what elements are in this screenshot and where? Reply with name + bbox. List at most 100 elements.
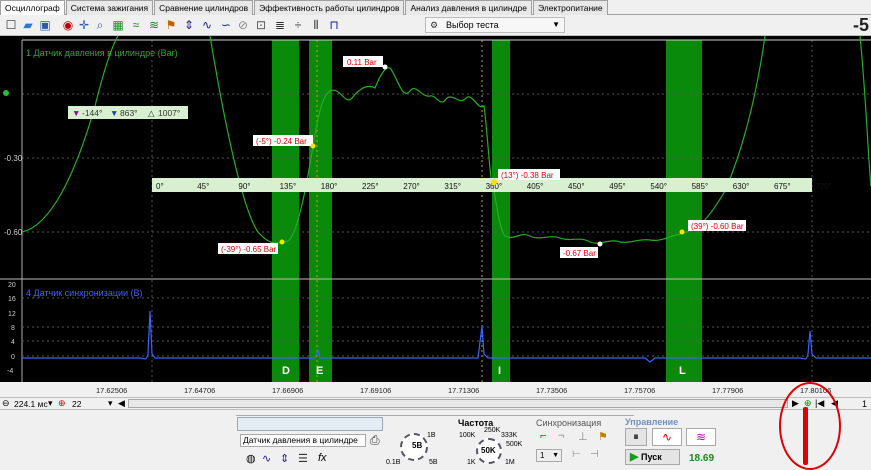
time-tick-label: 17.64706	[184, 386, 215, 395]
marker-delta-value: 1007°	[158, 108, 180, 118]
probe-icon[interactable]: ◍	[246, 452, 256, 465]
auto-icon[interactable]: ⊘	[235, 17, 251, 33]
point-minus39	[279, 239, 285, 245]
start-button[interactable]: ▶ Пуск	[625, 449, 680, 465]
red-annotation-oval	[779, 382, 841, 470]
frequency-knob-value: 50K	[481, 446, 496, 455]
sync-auto-icon[interactable]: ⚑	[598, 430, 608, 443]
tab-power[interactable]: Электропитание	[532, 0, 608, 15]
range-max-label: 1B	[427, 432, 436, 439]
tab-ignition[interactable]: Система зажигания	[65, 0, 154, 15]
angle-tick-label: 585°	[692, 182, 709, 191]
time-tick-label: 17.71306	[448, 386, 479, 395]
freq-label: 333K	[501, 432, 518, 439]
multi-wave-button[interactable]: ≋	[686, 428, 716, 446]
freq-label: 250K	[484, 427, 501, 434]
angle-tick-label: 135°	[280, 182, 297, 191]
test-select[interactable]: ⚙ Выбор теста ▼	[425, 17, 565, 33]
scale-icon[interactable]: ⇕	[181, 17, 197, 33]
sync-level-icon[interactable]: ⊢	[572, 449, 581, 460]
fps-readout: 18.69	[689, 453, 715, 464]
start-label: Пуск	[640, 452, 662, 462]
angle-tick-label: 0°	[156, 182, 164, 191]
point-min	[597, 241, 603, 247]
band-i-label: I	[498, 365, 501, 377]
wave2-icon[interactable]: ∽	[218, 17, 234, 33]
stop-icon[interactable]: ◉	[60, 17, 76, 33]
time-tick-label: 17.69106	[360, 386, 391, 395]
angle-tick-label: 630°	[733, 182, 750, 191]
chevron-down-icon[interactable]: ▾	[48, 398, 53, 409]
point-peak	[382, 64, 388, 70]
invert-icon[interactable]: ⇕	[280, 452, 289, 465]
angle-ruler[interactable]	[152, 178, 812, 192]
label-13: (13°) -0.38 Bar	[501, 171, 554, 180]
channel-select[interactable]: Датчик давления в цилиндре	[240, 434, 366, 447]
scroll-track[interactable]	[128, 399, 788, 408]
freq-label: 500K	[506, 441, 523, 448]
time-axis: 17.62506 17.64706 17.66906 17.69106 17.71306…	[96, 386, 831, 395]
wave-icon[interactable]: ∿	[199, 17, 215, 33]
trace2-icon[interactable]: ≋	[146, 17, 162, 33]
label-min: -0.67 Bar	[563, 249, 596, 258]
band-d	[272, 40, 299, 382]
page-number: 1	[862, 399, 868, 409]
cursor-icon[interactable]: ⚑	[163, 17, 179, 33]
channel4-title: 4 Датчик синхронизации (В)	[26, 288, 143, 298]
y-tick-ch4: -4	[7, 368, 13, 375]
engine-icon: ⚙	[430, 20, 439, 30]
point-13	[491, 179, 497, 185]
control-title: Управление	[625, 417, 679, 427]
chevron-down-icon[interactable]: ▾	[108, 398, 113, 409]
marker-left-value: -144°	[82, 108, 102, 118]
list-icon[interactable]: ≣	[272, 17, 288, 33]
split-icon[interactable]: ÷	[290, 17, 306, 33]
tab-pressure-analysis[interactable]: Анализ давления в цилиндре	[405, 0, 532, 15]
play-icon: ▶	[630, 451, 639, 463]
open-icon[interactable]: ▰	[20, 17, 36, 33]
filter-icon[interactable]: ☰	[298, 452, 308, 465]
grid-icon[interactable]: ▦	[110, 17, 126, 33]
angle-tick-label: 450°	[568, 182, 585, 191]
columns-icon[interactable]: ⦀	[308, 17, 324, 33]
channel-settings-icon[interactable]: ⎙	[370, 433, 380, 448]
tab-cylinder-compare[interactable]: Сравнение цилиндров	[154, 0, 254, 15]
channel4-y-ticks: 20 16 12 8 4 0 -4	[7, 282, 16, 375]
point-39	[679, 229, 685, 235]
y-tick-ch4: 20	[8, 282, 16, 289]
math-icon[interactable]: fx	[318, 452, 327, 464]
zoom-plus-icon[interactable]: ⊕	[58, 398, 66, 409]
search-icon[interactable]: ⌕	[92, 17, 108, 33]
tab-oscilloscope[interactable]: Осциллограф	[0, 0, 65, 15]
sync-mode-icon[interactable]: ⊥	[578, 430, 588, 443]
wave-icon[interactable]: ∿	[262, 452, 271, 465]
timebase-minus-icon[interactable]: ⊖	[2, 398, 10, 409]
tab-cylinder-efficiency[interactable]: Эффективность работы цилиндров	[254, 0, 405, 15]
zoom-icon[interactable]: ✛	[76, 17, 92, 33]
magnet-icon[interactable]: ⊓	[326, 17, 342, 33]
band-e	[309, 40, 332, 382]
scroll-left-icon[interactable]: ◀	[118, 398, 125, 409]
zoom-value[interactable]: 22	[72, 399, 81, 409]
falling-edge-icon[interactable]: ¬	[558, 430, 564, 442]
label-minus39: (-39°) -0.65 Bar	[221, 245, 277, 254]
sync-trace	[22, 310, 871, 363]
band-e-label: E	[316, 365, 323, 377]
sync-delay-icon[interactable]: ⊣	[590, 449, 599, 460]
scope-display[interactable]: 1 Датчик давления в цилиндре (Bar) -0.30…	[0, 35, 871, 398]
rising-edge-icon[interactable]: ⌐	[540, 430, 546, 442]
save-icon[interactable]: ▣	[37, 17, 53, 33]
angle-tick-label: 720°	[815, 182, 832, 191]
angle-tick-label: 270°	[403, 182, 420, 191]
trace-icon[interactable]: ≈	[128, 17, 144, 33]
channel1-level-marker[interactable]	[3, 90, 9, 96]
timebase-value[interactable]: 224.1 мс	[14, 399, 48, 409]
new-icon[interactable]: ☐	[3, 17, 19, 33]
sync-channel-select[interactable]: 1 ▼	[536, 449, 562, 462]
label-peak: 0.11 Bar	[347, 58, 377, 67]
angle-tick-label: 315°	[444, 182, 461, 191]
mark-icon[interactable]: ⊡	[253, 17, 269, 33]
marker-left-icon: ▼	[72, 108, 80, 118]
pause-button[interactable]: ⏸	[625, 428, 647, 446]
single-wave-button[interactable]: ∿	[652, 428, 682, 446]
